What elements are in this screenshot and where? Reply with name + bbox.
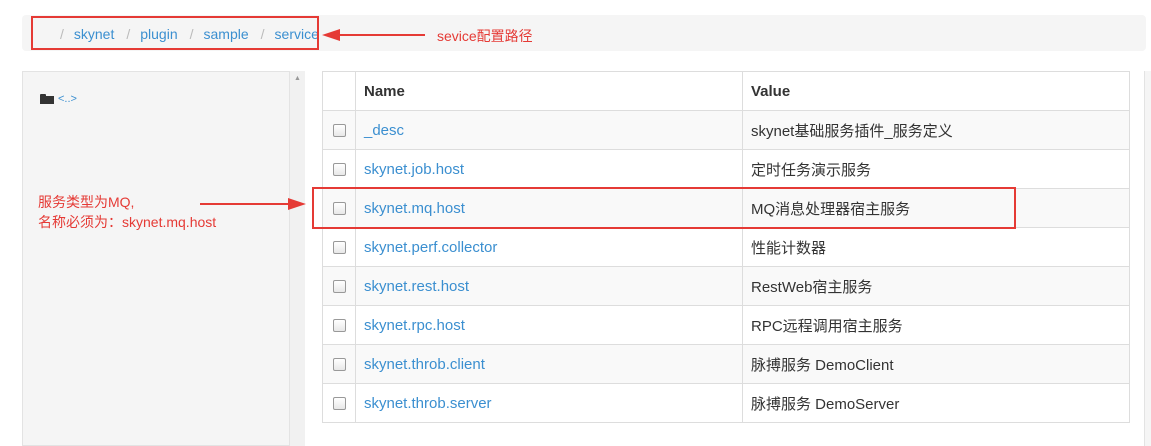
annotation-arrows (200, 29, 425, 210)
arrow-to-breadcrumb (322, 29, 425, 41)
arrow-to-row (200, 198, 306, 210)
